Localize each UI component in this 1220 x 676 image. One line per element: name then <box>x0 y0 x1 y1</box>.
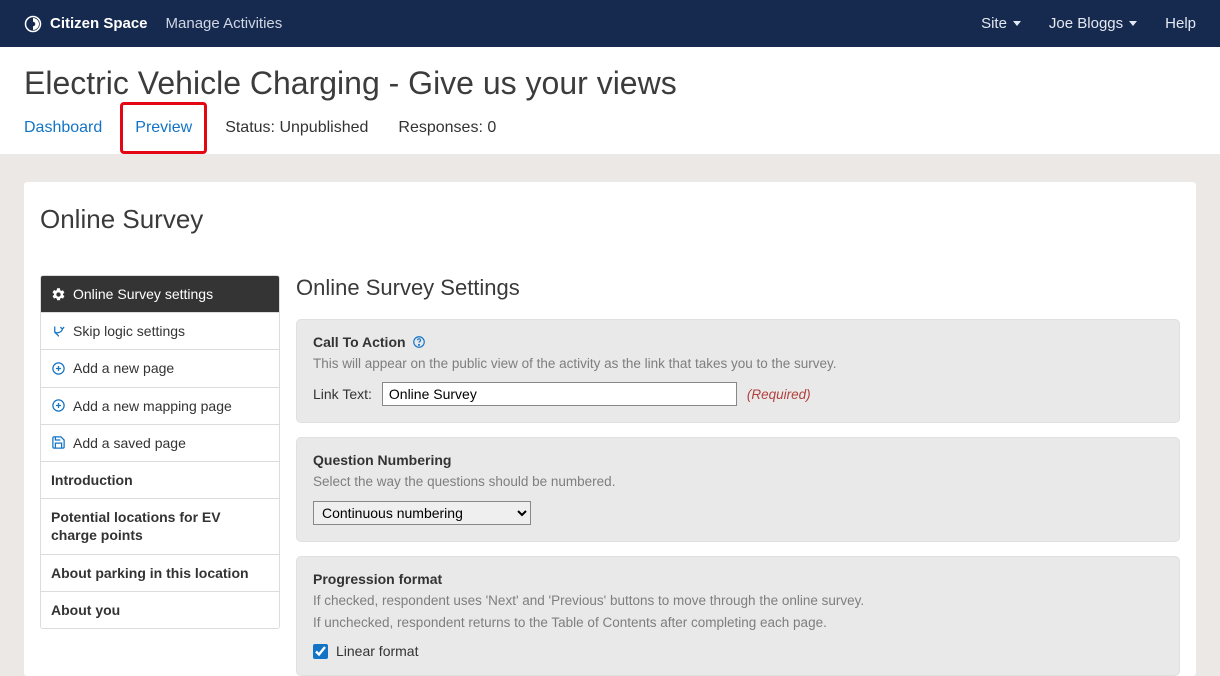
linear-format-label: Linear format <box>336 643 418 659</box>
site-menu[interactable]: Site <box>981 15 1021 32</box>
sidebar-page-about-you[interactable]: About you <box>41 592 279 628</box>
save-icon <box>51 435 66 450</box>
tab-preview[interactable]: Preview <box>120 102 207 154</box>
sidebar-item-label: About you <box>51 601 120 619</box>
linear-format-checkbox[interactable] <box>313 644 328 659</box>
help-link[interactable]: Help <box>1165 15 1196 32</box>
sidebar-item-label: About parking in this location <box>51 564 249 582</box>
sidebar-item-add-saved[interactable]: Add a saved page <box>41 425 279 462</box>
sidebar-item-add-page[interactable]: Add a new page <box>41 350 279 387</box>
chevron-down-icon <box>1013 21 1021 26</box>
sidebar-item-label: Online Survey settings <box>73 285 213 303</box>
status-text: Status: Unpublished <box>225 119 368 137</box>
sidebar-item-add-mapping[interactable]: Add a new mapping page <box>41 388 279 425</box>
sidebar-page-parking[interactable]: About parking in this location <box>41 555 279 592</box>
manage-activities-link[interactable]: Manage Activities <box>166 15 283 32</box>
sidebar-page-locations[interactable]: Potential locations for EV charge points <box>41 499 279 554</box>
sidebar-item-label: Add a new page <box>73 359 174 377</box>
sidebar-item-label: Skip logic settings <box>73 322 185 340</box>
site-menu-label: Site <box>981 15 1007 32</box>
logo-icon <box>24 15 42 33</box>
sidebar-page-intro[interactable]: Introduction <box>41 462 279 499</box>
main-heading: Online Survey Settings <box>296 275 1180 301</box>
responses-text: Responses: 0 <box>398 119 496 137</box>
nav-left: Manage Activities <box>166 15 283 32</box>
page-tabs: Dashboard Preview Status: Unpublished Re… <box>24 116 1196 154</box>
numbering-select[interactable]: Continuous numbering <box>313 501 531 525</box>
section-desc: Select the way the questions should be n… <box>313 472 1163 492</box>
required-label: (Required) <box>747 387 811 402</box>
sidebar-menu: Online Survey settings Skip logic settin… <box>40 275 280 629</box>
plus-circle-icon <box>51 398 66 413</box>
brand-label: Citizen Space <box>50 15 148 32</box>
section-progression: Progression format If checked, responden… <box>296 556 1180 676</box>
linear-format-row: Linear format <box>313 643 1163 659</box>
section-question-numbering: Question Numbering Select the way the qu… <box>296 437 1180 541</box>
main-content: Online Survey Settings Call To Action Th… <box>296 275 1180 676</box>
user-menu[interactable]: Joe Bloggs <box>1049 15 1137 32</box>
page-title: Electric Vehicle Charging - Give us your… <box>24 65 1196 102</box>
user-menu-label: Joe Bloggs <box>1049 15 1123 32</box>
top-navbar: Citizen Space Manage Activities Site Joe… <box>0 0 1220 47</box>
sidebar-item-label: Potential locations for EV charge points <box>51 508 269 544</box>
help-label: Help <box>1165 15 1196 32</box>
survey-sidebar: Online Survey settings Skip logic settin… <box>40 275 280 676</box>
section-desc-2: If unchecked, respondent returns to the … <box>313 613 1163 633</box>
body-area: Online Survey Online Survey settings Ski… <box>0 154 1220 676</box>
tab-dashboard[interactable]: Dashboard <box>24 119 102 137</box>
brand[interactable]: Citizen Space <box>24 15 148 33</box>
sidebar-item-skip-logic[interactable]: Skip logic settings <box>41 313 279 350</box>
link-text-input[interactable] <box>382 382 737 406</box>
sidebar-item-label: Add a new mapping page <box>73 397 232 415</box>
branch-icon <box>51 324 66 339</box>
section-desc-1: If checked, respondent uses 'Next' and '… <box>313 591 1163 611</box>
page-header: Electric Vehicle Charging - Give us your… <box>0 47 1220 154</box>
sidebar-item-label: Introduction <box>51 471 133 489</box>
sidebar-item-label: Add a saved page <box>73 434 186 452</box>
link-text-row: Link Text: (Required) <box>313 382 1163 406</box>
section-desc: This will appear on the public view of t… <box>313 354 1163 374</box>
section-call-to-action: Call To Action This will appear on the p… <box>296 319 1180 423</box>
sidebar-item-settings[interactable]: Online Survey settings <box>41 276 279 313</box>
link-text-label: Link Text: <box>313 386 372 402</box>
plus-circle-icon <box>51 361 66 376</box>
main-panel: Online Survey Online Survey settings Ski… <box>24 182 1196 676</box>
panel-body: Online Survey settings Skip logic settin… <box>24 275 1196 676</box>
section-title: Question Numbering <box>313 452 1163 468</box>
section-title: Progression format <box>313 571 1163 587</box>
panel-title: Online Survey <box>24 204 1196 235</box>
chevron-down-icon <box>1129 21 1137 26</box>
help-icon[interactable] <box>412 335 426 349</box>
section-title: Call To Action <box>313 334 1163 350</box>
gear-icon <box>51 287 66 302</box>
nav-right: Site Joe Bloggs Help <box>981 15 1196 32</box>
